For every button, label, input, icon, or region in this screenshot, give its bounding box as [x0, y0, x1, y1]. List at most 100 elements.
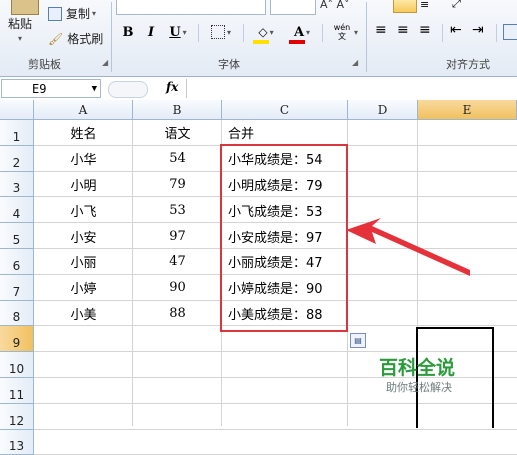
- row-header-6[interactable]: 6: [0, 249, 34, 275]
- cell-b1[interactable]: 语文: [133, 120, 222, 146]
- phonetic-label: wén 文: [333, 23, 351, 41]
- cell-a8[interactable]: 小美: [34, 301, 133, 327]
- select-all-corner[interactable]: [0, 100, 34, 120]
- gridline-horizontal: [34, 428, 517, 430]
- column-header-b[interactable]: B: [133, 100, 222, 120]
- name-box[interactable]: E9 ▼: [1, 79, 101, 98]
- align-top-button[interactable]: [393, 0, 417, 13]
- cell-b5[interactable]: 97: [133, 223, 222, 249]
- font-name-select[interactable]: [116, 0, 266, 15]
- font-launcher-icon[interactable]: ◢: [352, 58, 358, 67]
- borders-dropdown-icon[interactable]: ▾: [227, 28, 231, 37]
- formula-bar-splitter[interactable]: [108, 81, 148, 98]
- cell-a6[interactable]: 小丽: [34, 249, 133, 275]
- copy-label: 复制: [66, 7, 91, 21]
- format-painter-label: 格式刷: [67, 32, 104, 46]
- cell-a2[interactable]: 小华: [34, 146, 133, 172]
- merge-center-button[interactable]: [503, 24, 517, 40]
- column-header-a[interactable]: A: [34, 100, 133, 120]
- italic-button[interactable]: I: [142, 22, 160, 42]
- underline-button[interactable]: U ▾: [165, 22, 191, 42]
- decrease-indent-button[interactable]: ⇤: [450, 22, 462, 38]
- copy-dropdown-icon[interactable]: ▾: [92, 9, 96, 18]
- copy-icon: [48, 6, 62, 21]
- fx-icon[interactable]: fx: [166, 80, 178, 94]
- watermark-title: 百科全说: [379, 357, 456, 379]
- group-separator: [198, 24, 199, 42]
- row-header-4[interactable]: 4: [0, 197, 34, 224]
- increase-indent-button[interactable]: ⇥: [472, 22, 484, 38]
- cell-c1[interactable]: 合并: [222, 120, 348, 146]
- copy-button[interactable]: 复制 ▾: [48, 5, 96, 22]
- align-right-button[interactable]: ≡: [419, 22, 431, 38]
- format-painter-button[interactable]: 🖌 格式刷: [48, 30, 103, 47]
- row-header-11[interactable]: 11: [0, 378, 34, 404]
- cell-b7[interactable]: 90: [133, 275, 222, 301]
- group-separator: [111, 2, 112, 72]
- align-center-button[interactable]: ≡: [397, 22, 409, 38]
- row-header-13[interactable]: 13: [0, 429, 34, 455]
- highlight-box: [220, 144, 348, 332]
- phonetic-button[interactable]: wén 文 ▾: [328, 22, 362, 42]
- paste-label: 粘贴: [8, 17, 33, 31]
- font-color-dropdown-icon[interactable]: ▾: [306, 28, 310, 37]
- cell-a1[interactable]: 姓名: [34, 120, 133, 146]
- row-header-5[interactable]: 5: [0, 223, 34, 249]
- group-separator: [366, 2, 367, 72]
- cell-a5[interactable]: 小安: [34, 223, 133, 249]
- column-header-e[interactable]: E: [418, 100, 517, 120]
- ribbon: 粘贴 ▾ 复制 ▾ 🖌 格式刷 剪贴板 ◢ A˄ A˅ B I U ▾ ▾ ◇ …: [0, 0, 517, 77]
- underline-dropdown-icon[interactable]: ▾: [183, 28, 187, 37]
- name-box-value: E9: [32, 82, 47, 96]
- bold-button[interactable]: B: [119, 22, 137, 42]
- arrow-shape: [346, 218, 470, 276]
- row-header-9[interactable]: 9: [0, 326, 34, 353]
- row-header-3[interactable]: 3: [0, 171, 34, 198]
- font-color-swatch: [289, 40, 305, 44]
- paste-button[interactable]: 粘贴: [8, 15, 32, 32]
- name-box-dropdown-icon[interactable]: ▼: [92, 80, 97, 99]
- format-painter-icon: 🖌: [48, 31, 64, 46]
- column-header-d[interactable]: D: [348, 100, 418, 120]
- fill-color-button[interactable]: ◇ ▾: [251, 22, 281, 42]
- group-separator: [496, 24, 497, 42]
- fill-color-icon: ◇: [258, 25, 268, 39]
- formula-bar: E9 ▼ fx: [0, 78, 517, 101]
- cell-b4[interactable]: 53: [133, 197, 222, 223]
- clipboard-launcher-icon[interactable]: ◢: [102, 58, 108, 67]
- row-header-2[interactable]: 2: [0, 145, 34, 172]
- orientation-button[interactable]: ⤢: [452, 0, 461, 11]
- watermark-subtitle: 助你轻松解决: [386, 381, 452, 394]
- row-header-8[interactable]: 8: [0, 300, 34, 327]
- borders-icon: [210, 25, 225, 39]
- grow-font-icon[interactable]: A˄ A˅: [320, 0, 350, 11]
- group-separator: [243, 24, 244, 42]
- row-header-7[interactable]: 7: [0, 274, 34, 301]
- underline-label: U: [169, 24, 181, 40]
- cell-a4[interactable]: 小飞: [34, 197, 133, 223]
- align-middle-button[interactable]: ≡: [420, 0, 429, 11]
- row-header-10[interactable]: 10: [0, 352, 34, 378]
- cell-b6[interactable]: 47: [133, 249, 222, 275]
- column-header-c[interactable]: C: [222, 100, 348, 120]
- paste-options-icon[interactable]: ▤: [350, 333, 366, 348]
- font-size-select[interactable]: [270, 0, 316, 15]
- paste-dropdown-icon[interactable]: ▾: [18, 34, 22, 43]
- formula-input[interactable]: [186, 79, 517, 98]
- cell-b3[interactable]: 79: [133, 172, 222, 198]
- borders-button[interactable]: ▾: [206, 22, 236, 42]
- cell-b2[interactable]: 54: [133, 146, 222, 172]
- align-left-button[interactable]: ≡: [375, 22, 387, 38]
- clipboard-group-label: 剪贴板: [28, 58, 61, 71]
- phonetic-dropdown-icon[interactable]: ▾: [354, 28, 358, 37]
- font-color-button[interactable]: A ▾: [287, 22, 317, 42]
- cell-a3[interactable]: 小明: [34, 172, 133, 198]
- paste-icon[interactable]: [11, 0, 39, 15]
- alignment-group-label: 对齐方式: [446, 58, 490, 71]
- cell-b8[interactable]: 88: [133, 301, 222, 327]
- group-separator: [442, 24, 443, 42]
- cell-a7[interactable]: 小婷: [34, 275, 133, 301]
- fill-color-dropdown-icon[interactable]: ▾: [270, 28, 274, 37]
- fill-color-swatch: [253, 40, 269, 44]
- row-header-1[interactable]: 1: [0, 120, 34, 146]
